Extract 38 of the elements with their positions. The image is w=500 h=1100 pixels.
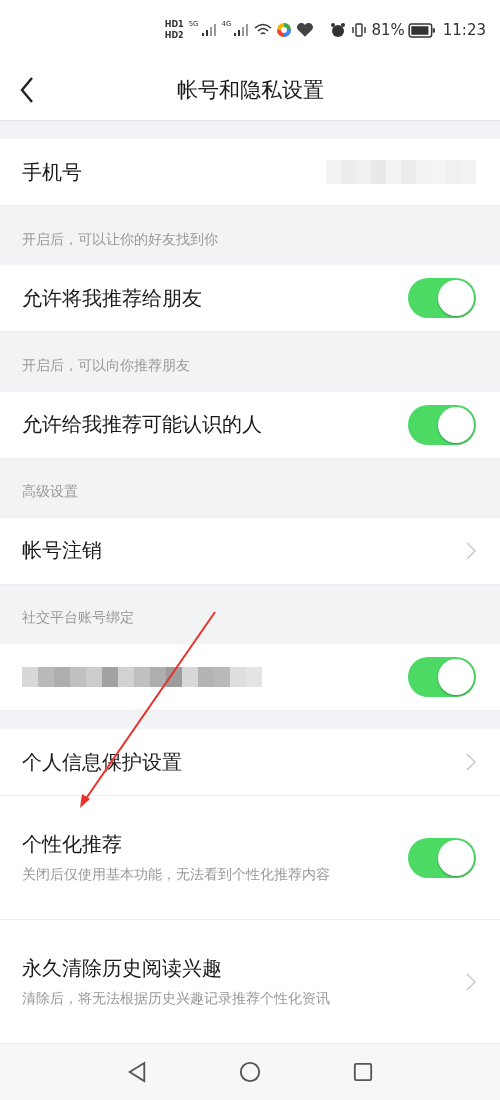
toggle-switch[interactable] — [408, 656, 476, 697]
row-description: 关闭后仅使用基本功能，无法看到个性化推荐内容 — [22, 864, 331, 884]
section-label: 开启后，可以向你推荐朋友 — [21, 355, 191, 375]
toggle-switch[interactable] — [408, 837, 476, 878]
row-title: 手机号 — [22, 158, 83, 186]
section-label: 开启后，可以让你的好友找到你 — [21, 229, 219, 249]
battery-icon — [407, 22, 436, 38]
settings-row[interactable]: 手机号 — [0, 139, 500, 207]
clock-time: 11:23 — [442, 21, 486, 39]
row-title: 永久清除历史阅读兴趣 — [22, 954, 223, 982]
chevron-right-icon — [466, 972, 476, 991]
sim-label: HD1 — [164, 20, 184, 29]
row-title: 个性化推荐 — [22, 830, 123, 858]
section-label: 高级设置 — [21, 482, 79, 502]
row-title: 允许给我推荐可能认识的人 — [22, 411, 263, 438]
section-label: 社交平台账号绑定 — [21, 608, 135, 628]
settings-row[interactable]: 允许将我推荐给朋友 — [0, 265, 500, 333]
vibrate-icon — [350, 22, 369, 38]
row-title: 帐号注销 — [22, 537, 103, 565]
battery-percent: 81% — [371, 21, 405, 39]
heart-icon — [296, 22, 315, 38]
toggle-switch[interactable] — [408, 404, 476, 445]
row-description: 清除后，将无法根据历史兴趣记录推荐个性化资讯 — [22, 988, 331, 1008]
settings-row[interactable]: 个性化推荐 关闭后仅使用基本功能，无法看到个性化推荐内容 — [0, 796, 500, 921]
page-title: 帐号和隐私设置 — [176, 77, 324, 104]
signal-icon — [201, 24, 216, 36]
settings-row[interactable]: 允许给我推荐可能认识的人 — [0, 391, 500, 459]
settings-row[interactable] — [0, 643, 500, 711]
signal-icon — [234, 24, 249, 36]
toggle-switch[interactable] — [408, 278, 476, 319]
alarm-icon — [329, 22, 348, 38]
chevron-right-icon — [466, 541, 476, 560]
app-icon — [275, 22, 294, 38]
sim-label: HD2 — [164, 31, 184, 40]
chevron-right-icon — [466, 753, 476, 772]
row-title: 允许将我推荐给朋友 — [22, 284, 203, 312]
settings-row[interactable]: 帐号注销 — [0, 517, 500, 585]
settings-row[interactable]: 永久清除历史阅读兴趣 清除后，将无法根据历史兴趣记录推荐个性化资讯 — [0, 920, 500, 1044]
